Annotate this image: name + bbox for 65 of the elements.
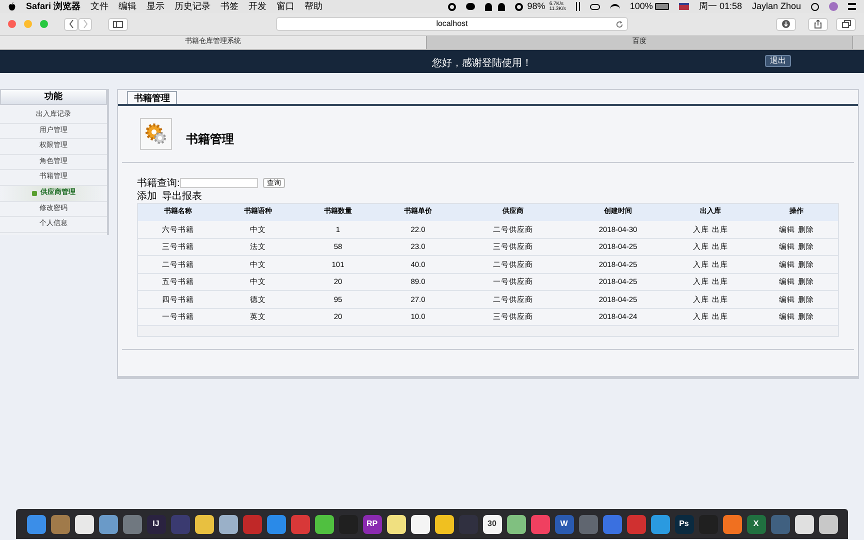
- app-icon[interactable]: 30: [482, 514, 502, 534]
- battery-percent: 98%: [527, 0, 546, 13]
- siri-icon[interactable]: [829, 2, 838, 11]
- sidebar-title: 功能: [0, 89, 107, 105]
- app-icon[interactable]: [506, 514, 526, 534]
- ring-icon[interactable]: [515, 2, 524, 10]
- sidebar-toggle-button[interactable]: [108, 18, 128, 30]
- share-icon: [814, 20, 822, 28]
- menu-item[interactable]: 开发: [248, 0, 267, 14]
- address-bar[interactable]: localhost: [276, 17, 628, 31]
- record-icon[interactable]: [448, 2, 456, 10]
- gears-icon: [140, 118, 172, 150]
- app-icon[interactable]: RP: [362, 514, 382, 534]
- address-text: localhost: [436, 18, 468, 30]
- user-name[interactable]: Jaylan Zhou: [752, 0, 801, 14]
- bullet-icon: [32, 190, 36, 196]
- app-icon[interactable]: [818, 514, 838, 534]
- app-icon[interactable]: [194, 514, 214, 534]
- app-icon[interactable]: [218, 514, 238, 534]
- reload-icon[interactable]: [616, 21, 623, 28]
- wifi-icon[interactable]: [610, 4, 620, 10]
- apple-icon[interactable]: [8, 2, 16, 11]
- chevron-right-icon: [82, 20, 88, 28]
- battery-level: 100%: [630, 0, 653, 13]
- app-icon[interactable]: [794, 514, 814, 534]
- action-link[interactable]: 导出报表: [162, 188, 202, 204]
- panel-tab[interactable]: 书籍管理: [127, 91, 177, 104]
- app-icon[interactable]: Ps: [674, 514, 694, 534]
- battery-icon[interactable]: [654, 3, 669, 10]
- app-menu[interactable]: Safari 浏览器: [26, 0, 81, 14]
- app-icon[interactable]: [314, 514, 334, 534]
- menu-item[interactable]: 文件: [90, 0, 109, 14]
- app-icon[interactable]: [74, 514, 94, 534]
- download-button[interactable]: [776, 18, 796, 30]
- clock[interactable]: 周一 01:58: [698, 0, 742, 14]
- sidebar-icon: [113, 20, 123, 28]
- app-icon[interactable]: X: [746, 514, 766, 534]
- tabs-icon: [842, 20, 850, 28]
- app-icon[interactable]: IJ: [146, 514, 166, 534]
- chevron-left-icon: [68, 20, 74, 28]
- logout-button[interactable]: 退出: [765, 55, 791, 67]
- search-icon[interactable]: [811, 2, 819, 10]
- chat-icon[interactable]: [466, 3, 476, 10]
- app-icon[interactable]: [386, 514, 406, 534]
- menu-item[interactable]: 窗口: [276, 0, 295, 14]
- list-icon[interactable]: [848, 3, 856, 10]
- search-label: 书籍查询:: [137, 176, 180, 190]
- action-link[interactable]: 添加: [137, 188, 157, 204]
- menu-item[interactable]: 显示: [146, 0, 165, 14]
- menu-item[interactable]: 书签: [220, 0, 239, 14]
- tabs-overview-button[interactable]: [836, 18, 856, 30]
- download-icon: [782, 20, 790, 28]
- app-icon[interactable]: [434, 514, 454, 534]
- app-icon[interactable]: W: [554, 514, 574, 534]
- back-button[interactable]: [64, 18, 78, 30]
- flag-icon[interactable]: [678, 3, 689, 10]
- page-heading: 书籍管理: [186, 131, 234, 148]
- menu-item[interactable]: 编辑: [118, 0, 137, 14]
- search-field[interactable]: [180, 178, 258, 188]
- network-icon[interactable]: [590, 4, 600, 10]
- menu-item[interactable]: 帮助: [304, 0, 323, 14]
- share-button[interactable]: [808, 18, 828, 30]
- greeting-text: 您好，感谢登陆使用！: [432, 56, 532, 71]
- menu-item[interactable]: 历史记录: [174, 0, 211, 14]
- app-icon[interactable]: [410, 514, 430, 534]
